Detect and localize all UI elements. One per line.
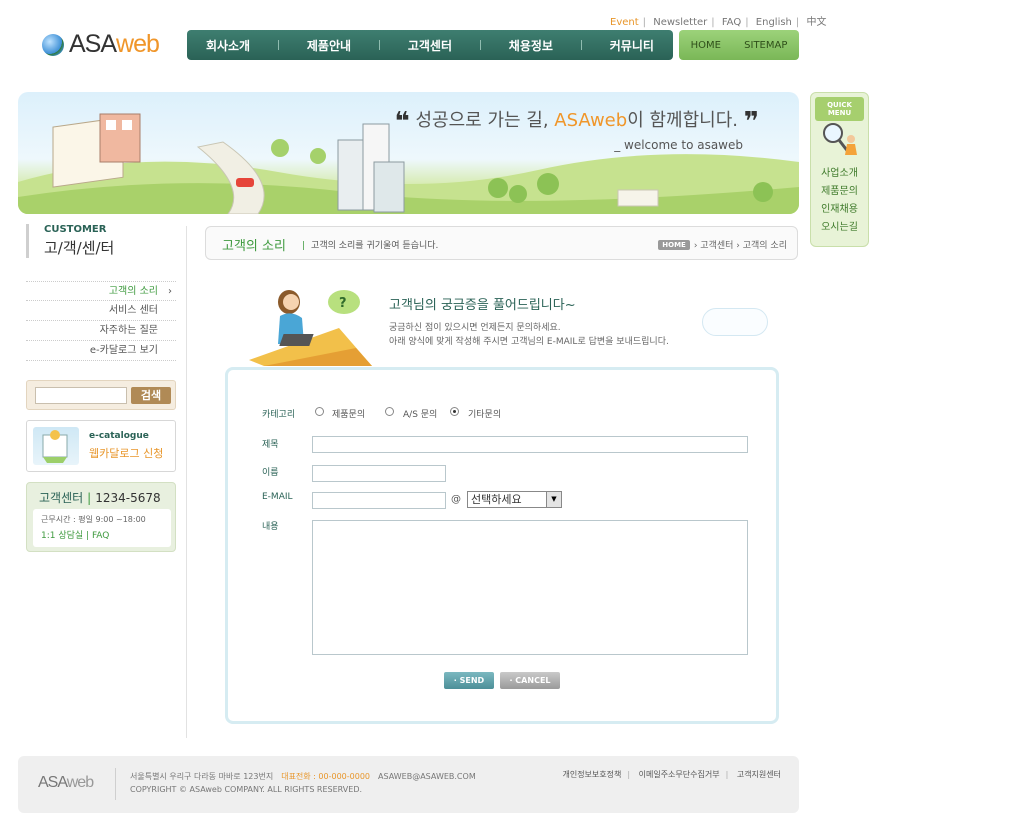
quick-recruit[interactable]: 인재채용 [811,201,868,219]
radio-as[interactable] [385,407,394,416]
faq-link[interactable]: FAQ [722,17,741,28]
sidebar-item-ecatalog[interactable]: e-카달로그 보기 [26,341,176,361]
at-sign: @ [451,494,461,505]
radio-product-label: 제품문의 [332,410,366,420]
email-domain-select[interactable]: 선택하세요 ▼ [467,491,562,508]
footer-tel: 대표전화 : 00-000-0000 [281,772,371,781]
email-id-input[interactable] [312,492,446,509]
dropdown-arrow-icon: ▼ [546,492,561,507]
logo-web: web [116,30,160,58]
chevron-right-icon: › [168,286,172,297]
event-link[interactable]: Event [610,17,639,28]
cs-links[interactable]: 1:1 상담실 | FAQ [41,528,109,541]
radio-product[interactable] [315,407,324,416]
category-label: 카테고리 [262,410,296,420]
intro-title: 고객님의 궁금증을 풀어드립니다~ [389,298,576,313]
banner-subline: _ welcome to asaweb [614,138,743,152]
sidebar-item-faq[interactable]: 자주하는 질문 [26,321,176,341]
sidebar-title: CUSTOMER 고/객/센/터 [26,224,114,258]
banner-tagline: ❝ 성공으로 가는 길, ASAweb이 함께합니다. ❞ [394,107,759,137]
cs-phone: 1234-5678 [95,491,161,505]
sidebar-menu: 고객의 소리 › 서비스 센터 자주하는 질문 e-카달로그 보기 [26,281,176,361]
search-button[interactable]: 검색 [131,387,171,404]
ecatalogue-sub: 웹카달로그 신청 [89,447,164,460]
nav-recruit[interactable]: 채용정보 [499,37,563,54]
quick-directions[interactable]: 오시는길 [811,219,868,237]
email-refusal-link[interactable]: 이메일주소무단수집거부 [639,770,720,779]
cs-heading: 고객센터 | 1234-5678 [39,491,161,505]
page-title: 고객의 소리 [222,239,286,254]
search-input[interactable] [35,387,127,404]
main-nav: 회사소개 제품안내 고객센터 채용정보 커뮤니티 [187,30,673,60]
site-logo[interactable]: ASA web [42,30,160,59]
footer-email: ASAWEB@ASAWEB.COM [378,772,476,781]
radio-other-label: 기타문의 [468,410,502,420]
intro-text: 궁금하신 점이 있으시면 언제든지 문의하세요. 아래 양식에 맞게 작성해 주… [389,323,669,347]
footer-copyright: COPYRIGHT © ASAweb COMPANY. ALL RIGHTS R… [130,785,363,794]
footer-logo: ASAweb [38,774,94,791]
nav-divider [479,40,481,50]
sidebar-title-ko: 고/객/센/터 [44,239,115,257]
nav-divider [580,40,582,50]
chinese-link[interactable]: 中文 [806,17,826,28]
footer-address: 서울특별시 우리구 다라동 마바로 123번지 대표전화 : 00-000-000… [130,772,476,781]
privacy-policy-link[interactable]: 개인정보보호정책 [562,770,621,779]
cs-hours: 근무시간 : 평일 9:00 ~18:00 [41,515,146,524]
nav-products[interactable]: 제품안내 [297,37,361,54]
subject-input[interactable] [312,436,748,453]
footer: ASAweb 서울특별시 우리구 다라동 마바로 123번지 대표전화 : 00-… [18,756,799,813]
nav-divider [278,40,279,50]
cancel-button[interactable]: · CANCEL [500,672,560,689]
magnifier-icon [823,123,857,155]
secondary-nav: HOME SITEMAP [679,30,799,60]
footer-links: 개인정보보호정책 | 이메일주소무단수집거부 | 고객지원센터 [562,770,781,779]
content-header: 고객의 소리 고객의 소리를 귀기울여 듣습니다. HOME› 고객센터 › 고… [205,226,798,260]
sitemap-link[interactable]: SITEMAP [744,40,787,51]
logo-asa: ASA [69,30,117,58]
nav-divider [378,40,380,50]
breadcrumb: HOME › 고객센터 › 고객의 소리 [658,238,787,251]
utility-links: Event | Newsletter | FAQ | English | 中文 [610,17,827,28]
ecatalogue-banner[interactable]: e-catalogue 웹카달로그 신청 [26,420,176,472]
home-link[interactable]: HOME [691,40,721,51]
email-label: E-MAIL [262,492,293,502]
sidebar-search: 검색 [26,380,176,410]
subject-label: 제목 [262,440,279,450]
hero-banner: ❝ 성공으로 가는 길, ASAweb이 함께합니다. ❞ _ welcome … [18,92,799,214]
catalogue-icon [33,427,79,465]
sidebar-item-service-center[interactable]: 서비스 센터 [26,301,176,321]
support-center-link[interactable]: 고객지원센터 [737,770,781,779]
content-label: 내용 [262,522,279,532]
globe-icon [42,33,64,56]
breadcrumb-home[interactable]: HOME [658,240,690,250]
intro-illustration: ? [249,290,372,366]
sidebar-item-customer-voice[interactable]: 고객의 소리 › [26,281,176,301]
quick-menu: QUICK MENU 사업소개 제품문의 인재채용 오시는길 [810,92,869,247]
quick-business[interactable]: 사업소개 [811,165,868,183]
radio-other[interactable] [450,407,459,416]
page-description: 고객의 소리를 귀기울여 듣습니다. [302,238,438,251]
ecatalogue-title: e-catalogue [89,431,149,441]
cloud-decoration [702,308,768,336]
content-textarea[interactable] [312,520,748,655]
svg-text:?: ? [339,296,347,311]
customer-service-box: 고객센터 | 1234-5678 근무시간 : 평일 9:00 ~18:00 1:1… [26,482,176,552]
nav-community[interactable]: 커뮤니티 [600,37,664,54]
send-button[interactable]: · SEND [444,672,494,689]
name-label: 이름 [262,468,279,478]
nav-company[interactable]: 회사소개 [196,37,260,54]
inquiry-form: 카테고리 제품문의 A/S 문의 기타문의 제목 이름 E-MAIL @ 선택하… [225,367,779,724]
name-input[interactable] [312,465,446,482]
quick-product-inquiry[interactable]: 제품문의 [811,183,868,201]
sidebar-divider [186,226,187,738]
radio-as-label: A/S 문의 [403,410,438,420]
quick-menu-title: QUICK MENU [815,97,864,121]
english-link[interactable]: English [756,17,792,28]
sidebar-title-en: CUSTOMER [44,224,107,235]
newsletter-link[interactable]: Newsletter [653,17,707,28]
nav-customer[interactable]: 고객센터 [398,37,462,54]
